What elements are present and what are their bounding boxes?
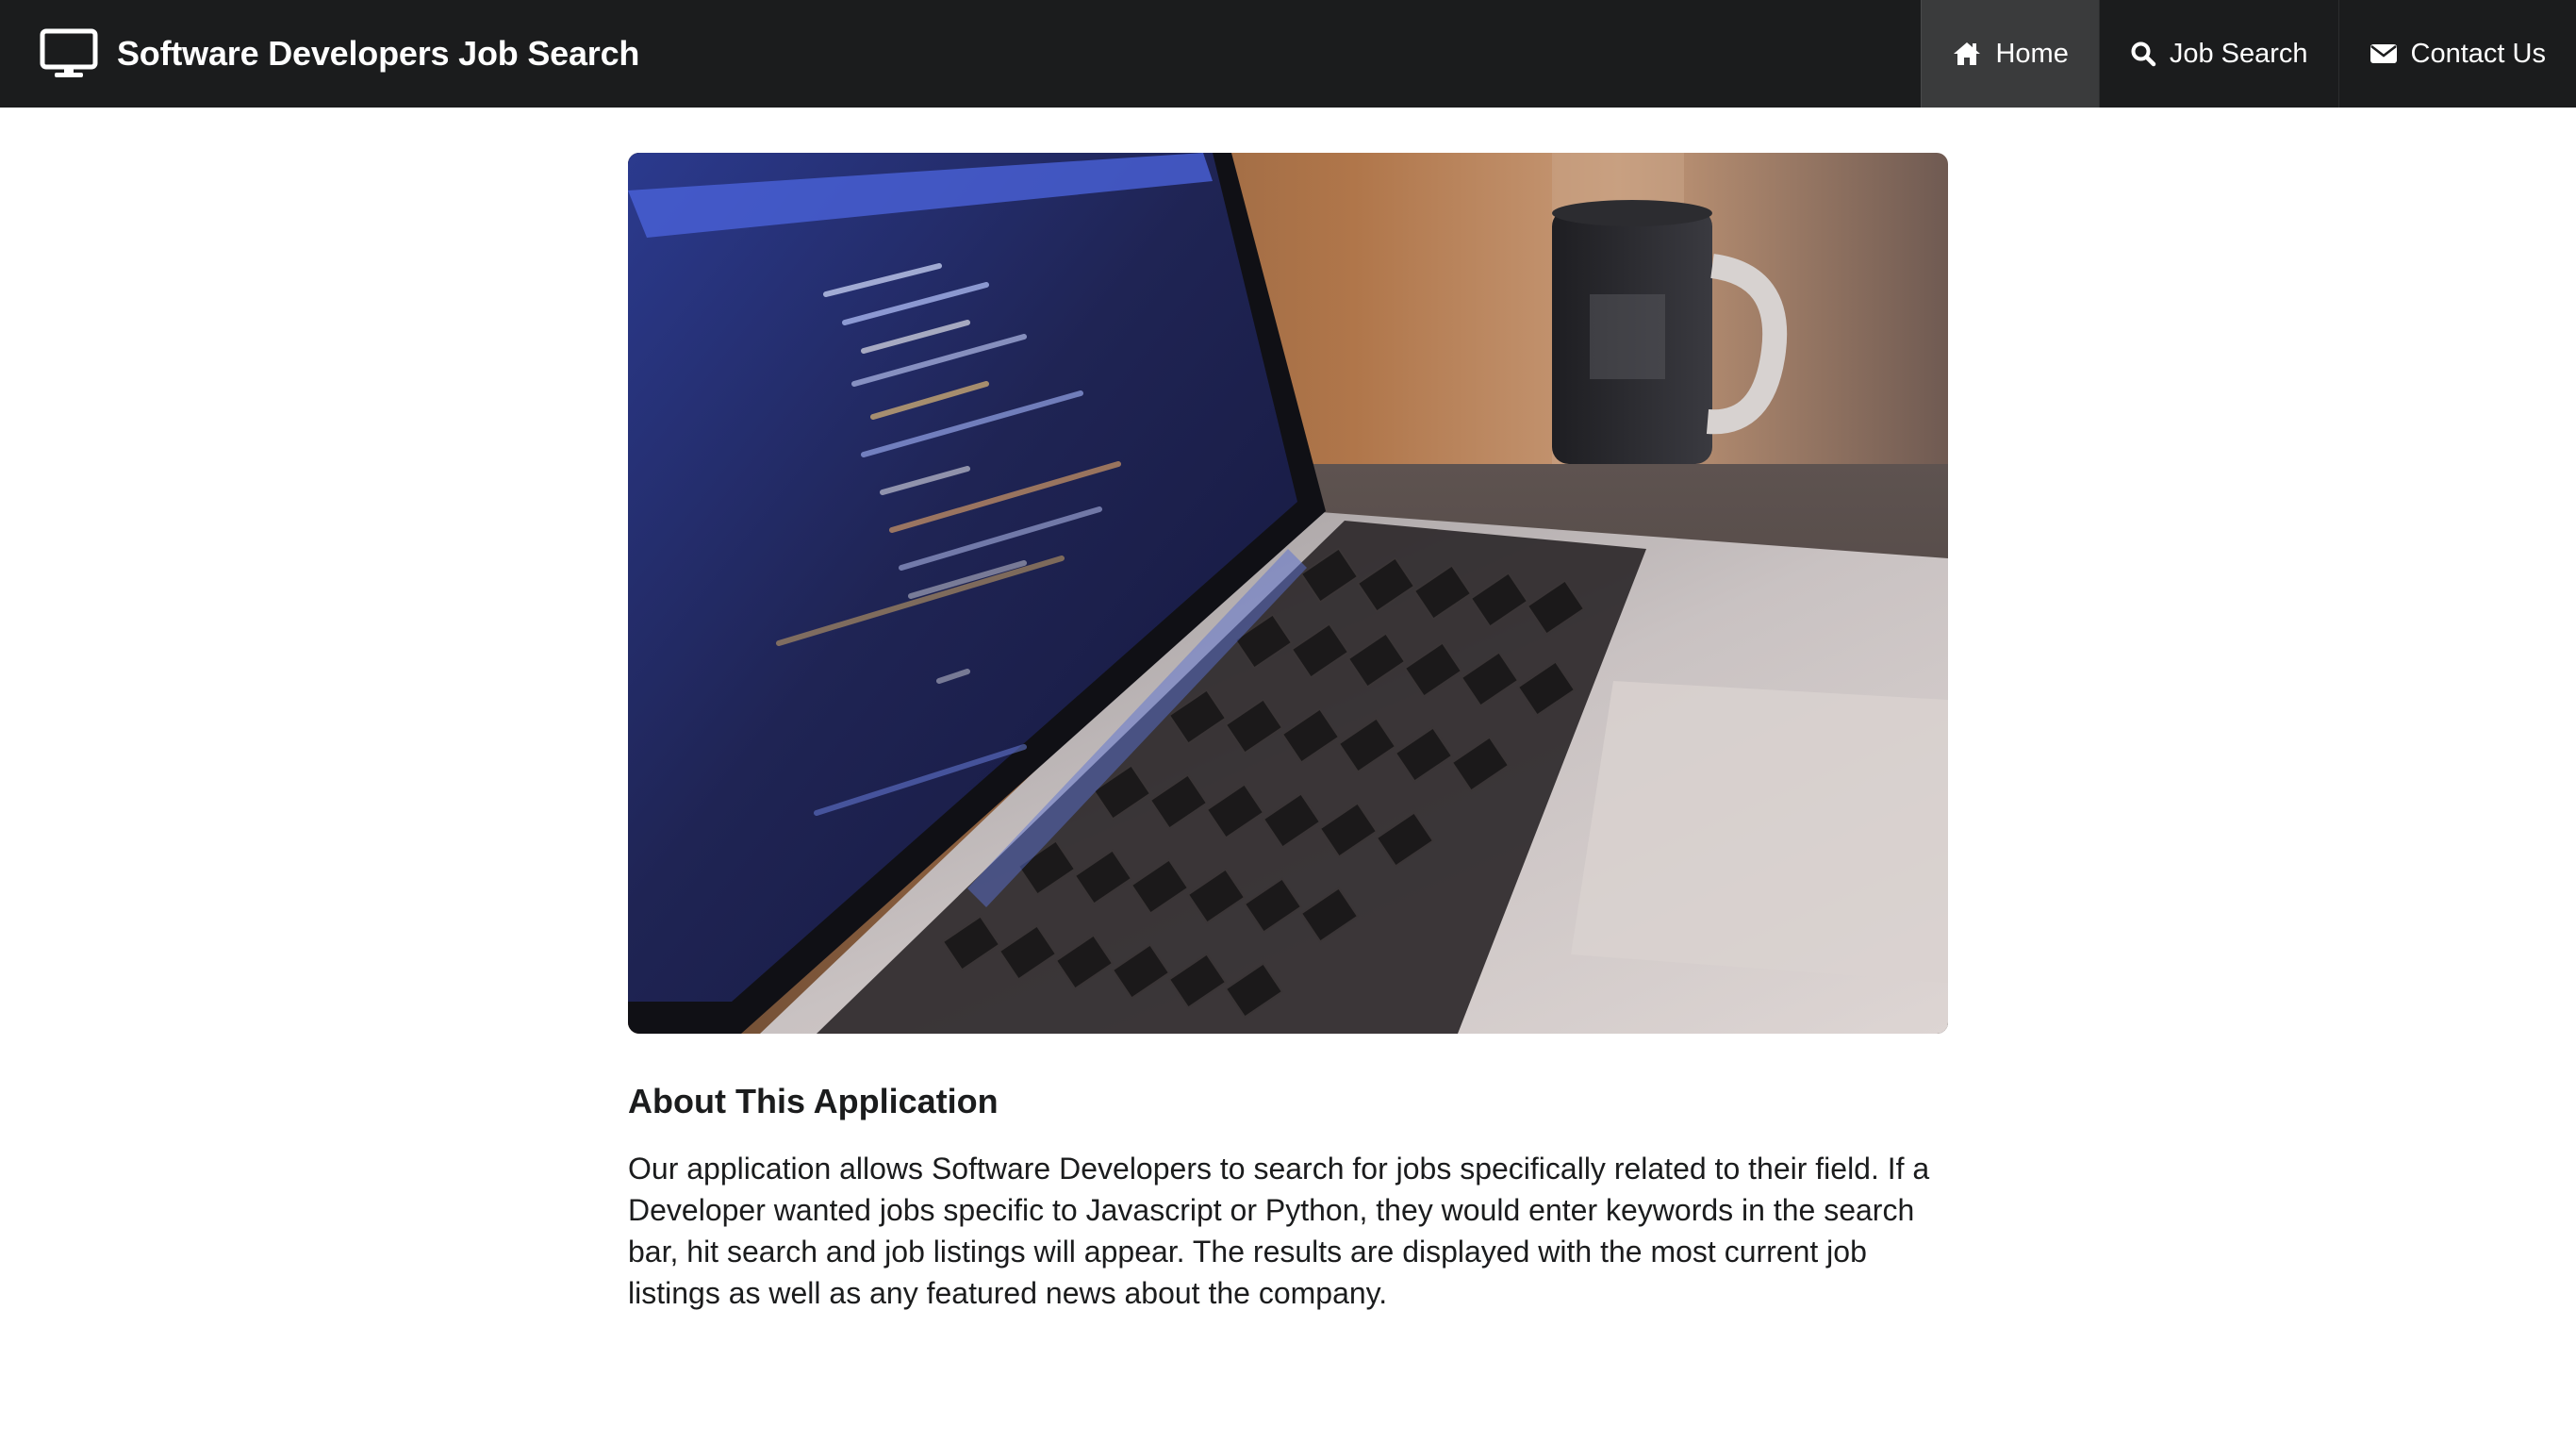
home-icon — [1954, 42, 1981, 65]
nav-contact-label: Contact Us — [2410, 38, 2546, 69]
app-title: Software Developers Job Search — [117, 34, 640, 73]
hero-image — [628, 153, 1948, 1034]
nav-menu: Home Job Search Contact Us — [1921, 0, 2576, 108]
nav-home-label: Home — [1995, 38, 2069, 69]
nav-job-search-label: Job Search — [2169, 38, 2308, 69]
search-icon — [2131, 41, 2156, 67]
main-content: About This Application Our application a… — [628, 153, 1948, 1314]
nav-job-search[interactable]: Job Search — [2098, 0, 2338, 108]
envelope-icon — [2370, 44, 2397, 63]
about-heading: About This Application — [628, 1082, 999, 1120]
nav-home[interactable]: Home — [1921, 0, 2099, 108]
top-navbar: Software Developers Job Search Home Job … — [0, 0, 2576, 108]
desktop-monitor-icon — [40, 28, 98, 77]
brand-link[interactable]: Software Developers Job Search — [0, 0, 639, 108]
nav-contact-us[interactable]: Contact Us — [2337, 0, 2576, 108]
about-description: Our application allows Software Develope… — [628, 1152, 1930, 1311]
